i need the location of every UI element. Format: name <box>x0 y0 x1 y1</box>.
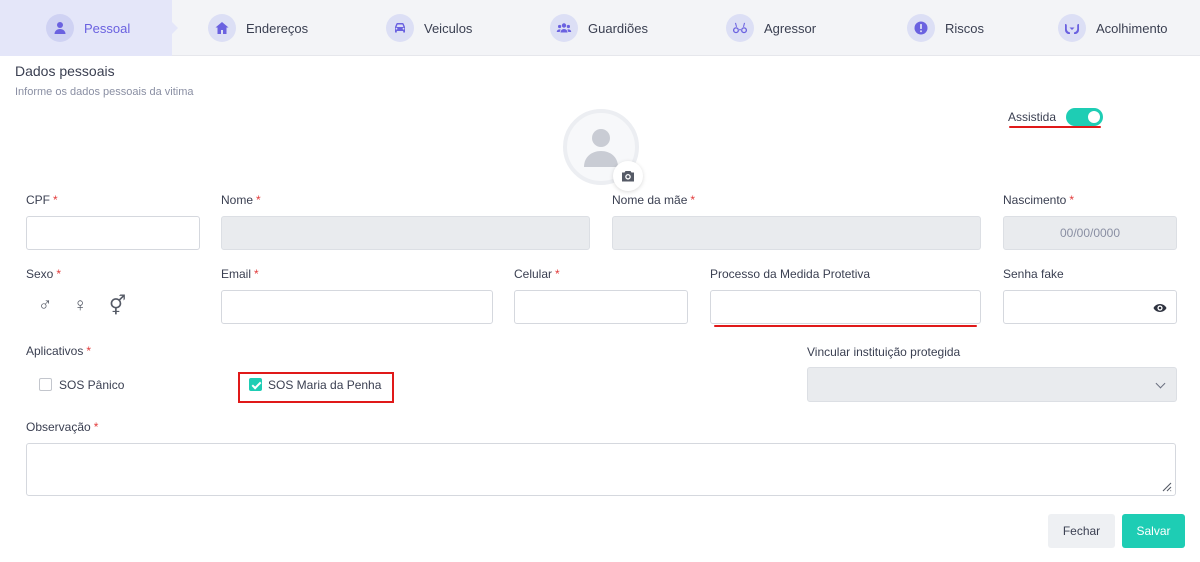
tab-label: Agressor <box>764 20 817 36</box>
tab-label: Guardiões <box>588 20 648 36</box>
nome-mae-input[interactable] <box>612 216 981 250</box>
highlight-underline <box>714 325 977 327</box>
assistida-toggle[interactable] <box>1066 108 1104 126</box>
tab-riscos[interactable]: Riscos <box>907 0 984 56</box>
glasses-icon <box>726 14 754 42</box>
vincular-label: Vincular instituição protegida <box>807 345 961 359</box>
section-title: Dados pessoais <box>15 63 115 79</box>
celular-input[interactable] <box>514 290 688 324</box>
tab-acolhimento[interactable]: Acolhimento <box>1058 0 1168 56</box>
tab-guardioes[interactable]: Guardiões <box>550 0 648 56</box>
resize-handle-icon[interactable] <box>1160 480 1172 492</box>
sos-panico-checkbox[interactable] <box>39 378 52 391</box>
tab-pessoal[interactable]: Pessoal <box>0 0 172 56</box>
assistida-label: Assistida <box>1008 110 1057 124</box>
salvar-button[interactable]: Salvar <box>1122 514 1185 548</box>
eye-icon[interactable] <box>1153 301 1167 313</box>
senha-fake-input[interactable] <box>1003 290 1177 324</box>
celular-label: Celular * <box>514 267 560 281</box>
tab-arrow <box>172 22 178 34</box>
tab-veiculos[interactable]: Veiculos <box>386 0 472 56</box>
sexo-label: Sexo * <box>26 267 62 281</box>
tab-label: Veiculos <box>424 20 473 36</box>
hands-icon <box>1058 14 1086 42</box>
chevron-down-icon <box>1155 378 1166 389</box>
tab-enderecos[interactable]: Endereços <box>208 0 308 56</box>
female-icon[interactable]: ♀ <box>73 295 87 317</box>
fechar-button[interactable]: Fechar <box>1048 514 1115 548</box>
alert-icon <box>907 14 935 42</box>
cpf-input[interactable] <box>26 216 200 250</box>
tab-label: Endereços <box>246 20 309 36</box>
highlight-box <box>238 372 394 403</box>
camera-icon[interactable] <box>613 161 643 191</box>
step-tabs: Pessoal Endereços Veiculos Guardiões Agr… <box>0 0 1200 56</box>
nome-mae-label: Nome da mãe * <box>612 193 696 207</box>
cpf-label: CPF * <box>26 193 58 207</box>
tab-label: Pessoal <box>84 20 131 36</box>
observacao-label: Observação * <box>26 420 99 434</box>
nome-input[interactable] <box>221 216 590 250</box>
aplicativos-label: Aplicativos * <box>26 344 92 358</box>
sos-panico-label: SOS Pânico <box>59 378 125 392</box>
user-icon <box>46 14 74 42</box>
senha-fake-label: Senha fake <box>1003 267 1064 281</box>
nome-label: Nome * <box>221 193 261 207</box>
home-icon <box>208 14 236 42</box>
section-subtitle: Informe os dados pessoais da vitima <box>15 86 194 98</box>
user-placeholder-icon <box>584 129 618 167</box>
car-icon <box>386 14 414 42</box>
tab-agressor[interactable]: Agressor <box>726 0 816 56</box>
vincular-select[interactable] <box>807 367 1177 402</box>
intersex-icon[interactable]: ⚥ <box>109 295 126 318</box>
group-icon <box>550 14 578 42</box>
nascimento-input[interactable]: 00/00/0000 <box>1003 216 1177 250</box>
nascimento-label: Nascimento * <box>1003 193 1075 207</box>
processo-input[interactable] <box>710 290 981 324</box>
assistida-toggle-group: Assistida <box>1008 108 1104 126</box>
observacao-textarea[interactable] <box>26 443 1176 496</box>
highlight-underline <box>1009 126 1101 128</box>
email-input[interactable] <box>221 290 493 324</box>
male-icon[interactable]: ♂ <box>38 295 52 317</box>
tab-label: Riscos <box>945 20 985 36</box>
processo-label: Processo da Medida Protetiva <box>710 267 871 281</box>
tab-label: Acolhimento <box>1096 20 1168 36</box>
email-label: Email * <box>221 267 259 281</box>
